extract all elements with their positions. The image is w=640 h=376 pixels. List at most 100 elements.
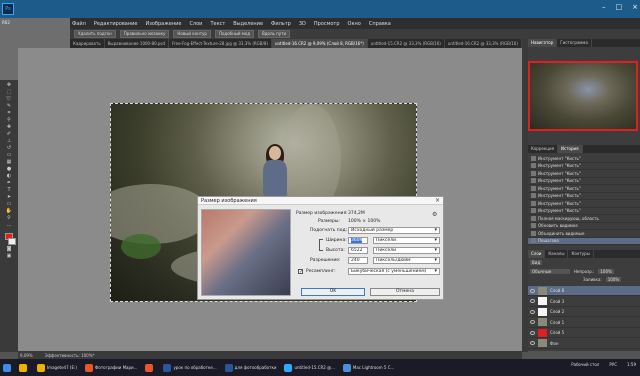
maximize-icon[interactable]: □ (616, 3, 623, 11)
resample-select[interactable]: Бикубическая (с уменьшением) (348, 268, 440, 275)
clock[interactable]: 1:59 (627, 362, 636, 367)
history-item[interactable]: Инструмент "Кисть" (528, 193, 640, 200)
navigator-thumbnail[interactable] (528, 61, 638, 131)
tab-history[interactable]: История (557, 145, 583, 153)
option-button-4[interactable]: Подобный мод (214, 30, 254, 38)
close-icon[interactable]: × (435, 197, 440, 205)
menu-help[interactable]: Справка (369, 21, 391, 27)
layer-row[interactable]: Фон (528, 339, 640, 349)
stamp-tool-icon[interactable]: ⊥ (5, 138, 13, 144)
hand-tool-icon[interactable]: ✋ (5, 208, 13, 214)
taskbar-item[interactable]: Фотографии Мари... (82, 361, 141, 375)
menu-file[interactable]: Файл (72, 21, 86, 27)
fill-input[interactable]: 100% (605, 277, 622, 282)
layer-row[interactable]: Слой 3 (528, 297, 640, 307)
history-item[interactable]: Объединить видимые (528, 230, 640, 238)
menu-view[interactable]: Просмотр (314, 21, 340, 27)
history-item[interactable]: Обновить видимое (528, 223, 640, 230)
eye-icon[interactable] (530, 288, 535, 293)
brush-tool-icon[interactable]: ✐ (5, 131, 13, 137)
taskbar-item[interactable]: Imagete47 (E:) (34, 361, 80, 375)
taskbar-item[interactable]: Mac Lightroom 5 C... (340, 361, 397, 375)
doc-tab[interactable]: untitled-15.CR2 @ 33,3% (RGB/16) (368, 39, 445, 48)
menu-window[interactable]: Окно (348, 21, 361, 27)
menu-edit[interactable]: Редактирование (94, 21, 138, 27)
option-button-3[interactable]: Новый контур (173, 30, 211, 38)
history-brush-icon[interactable]: ↺ (5, 145, 13, 151)
eraser-tool-icon[interactable]: ▭ (5, 152, 13, 158)
gradient-tool-icon[interactable]: ▦ (5, 159, 13, 165)
width-input[interactable]: 3609 (348, 237, 368, 244)
menu-filter[interactable]: Фильтр (271, 21, 291, 27)
taskbar-item[interactable]: для фотообработки (222, 361, 280, 375)
cancel-button[interactable]: Отмена (370, 288, 440, 296)
fit-to-select[interactable]: Исходный размер (348, 227, 440, 234)
doc-tab[interactable]: Free-Fog-Effect-Texture-28.jpg @ 33,3% (… (169, 39, 272, 48)
ok-button[interactable]: OK (301, 288, 365, 296)
history-item[interactable]: Инструмент "Кисть" (528, 163, 640, 170)
eye-icon[interactable] (530, 330, 535, 335)
history-item[interactable]: Полная маскирующ. область (528, 215, 640, 223)
quick-select-tool-icon[interactable]: ✎ (5, 103, 13, 109)
option-button-2[interactable]: Правильно мозаику (119, 30, 170, 38)
layer-row[interactable]: Слой 1 (528, 318, 640, 328)
tab-histogram[interactable]: Гистограмма (557, 39, 592, 47)
doc-tab[interactable]: Кадрировать (70, 39, 105, 48)
tab-adjustments[interactable]: Коррекция (528, 145, 558, 153)
tab-navigator[interactable]: Навигатор (528, 39, 558, 47)
history-item[interactable]: Инструмент "Кисть" (528, 170, 640, 178)
crop-tool-icon[interactable]: ⌗ (5, 110, 13, 116)
taskbar-item[interactable] (16, 361, 32, 375)
menu-select[interactable]: Выделение (233, 21, 263, 27)
minimize-icon[interactable]: – (602, 3, 606, 11)
blur-tool-icon[interactable]: ● (5, 166, 13, 172)
dodge-tool-icon[interactable]: ◐ (5, 173, 13, 179)
doc-tab[interactable]: Выравнивание 1000-80.psd (105, 39, 170, 48)
menu-text[interactable]: Текст (210, 21, 225, 27)
history-item[interactable]: Инструмент "Кисть" (528, 178, 640, 185)
move-tool-icon[interactable]: ✥ (5, 82, 13, 88)
zoom-tool-icon[interactable]: ⚲ (5, 215, 13, 221)
taskbar-item[interactable]: untitled-15.CR2 @... (281, 361, 337, 375)
dialog-preview[interactable] (201, 209, 291, 296)
resample-checkbox[interactable]: ✓ (298, 269, 303, 275)
eyedropper-tool-icon[interactable]: ⚲ (5, 117, 13, 123)
gear-icon[interactable]: ⚙ (432, 211, 437, 218)
opacity-input[interactable]: 100% (598, 269, 614, 274)
history-item[interactable]: Инструмент "Кисть" (528, 200, 640, 208)
link-icon[interactable] (319, 239, 323, 251)
path-select-icon[interactable]: ➤ (5, 194, 13, 200)
zoom-level[interactable]: 9,09% (20, 353, 33, 358)
eye-icon[interactable] (530, 299, 535, 303)
option-button-5[interactable]: Вдоль пути (257, 30, 291, 38)
eye-icon[interactable] (530, 309, 535, 314)
history-item[interactable]: Инструмент "Кисть" (528, 155, 640, 163)
tab-channels[interactable]: Каналы (545, 250, 569, 258)
layer-row[interactable]: Слой 8 (528, 286, 640, 296)
width-unit-select[interactable]: Пиксели (373, 237, 440, 244)
quick-mask-icon[interactable]: ◙ (5, 246, 13, 252)
height-input[interactable]: 6522 (348, 247, 368, 254)
healing-tool-icon[interactable]: ✚ (5, 124, 13, 130)
menu-layers[interactable]: Слои (189, 21, 202, 27)
screen-mode-icon[interactable]: ▣ (5, 253, 13, 259)
eye-icon[interactable] (530, 341, 535, 345)
menu-image[interactable]: Изображение (145, 21, 181, 27)
layer-filter-select[interactable]: Вид (530, 260, 543, 265)
history-item[interactable]: Инструмент "Кисть" (528, 185, 640, 193)
close-icon[interactable]: × (632, 3, 638, 11)
pen-tool-icon[interactable]: ✒ (5, 180, 13, 186)
resolution-unit-select[interactable]: Пиксель/дюйм (373, 257, 440, 264)
taskbar-item[interactable]: урок по обработке... (160, 361, 219, 375)
height-unit-select[interactable]: Пиксели (373, 247, 440, 254)
menu-3d[interactable]: 3D (299, 21, 306, 27)
layer-row[interactable]: Слой 2 (528, 307, 640, 317)
shape-tool-icon[interactable]: ▭ (5, 201, 13, 207)
more-tools-icon[interactable]: … (5, 222, 13, 228)
option-button-1[interactable]: Удалить подгон (74, 30, 116, 38)
doc-tab-active[interactable]: untitled-16.CR2 @ 9,09% (Слой 8, RGB/16*… (271, 39, 368, 48)
eye-icon[interactable] (530, 320, 535, 324)
tab-layers[interactable]: Слои (528, 250, 546, 258)
lasso-tool-icon[interactable]: ➰ (5, 96, 13, 102)
blend-mode-select[interactable]: Обычные (530, 269, 570, 274)
